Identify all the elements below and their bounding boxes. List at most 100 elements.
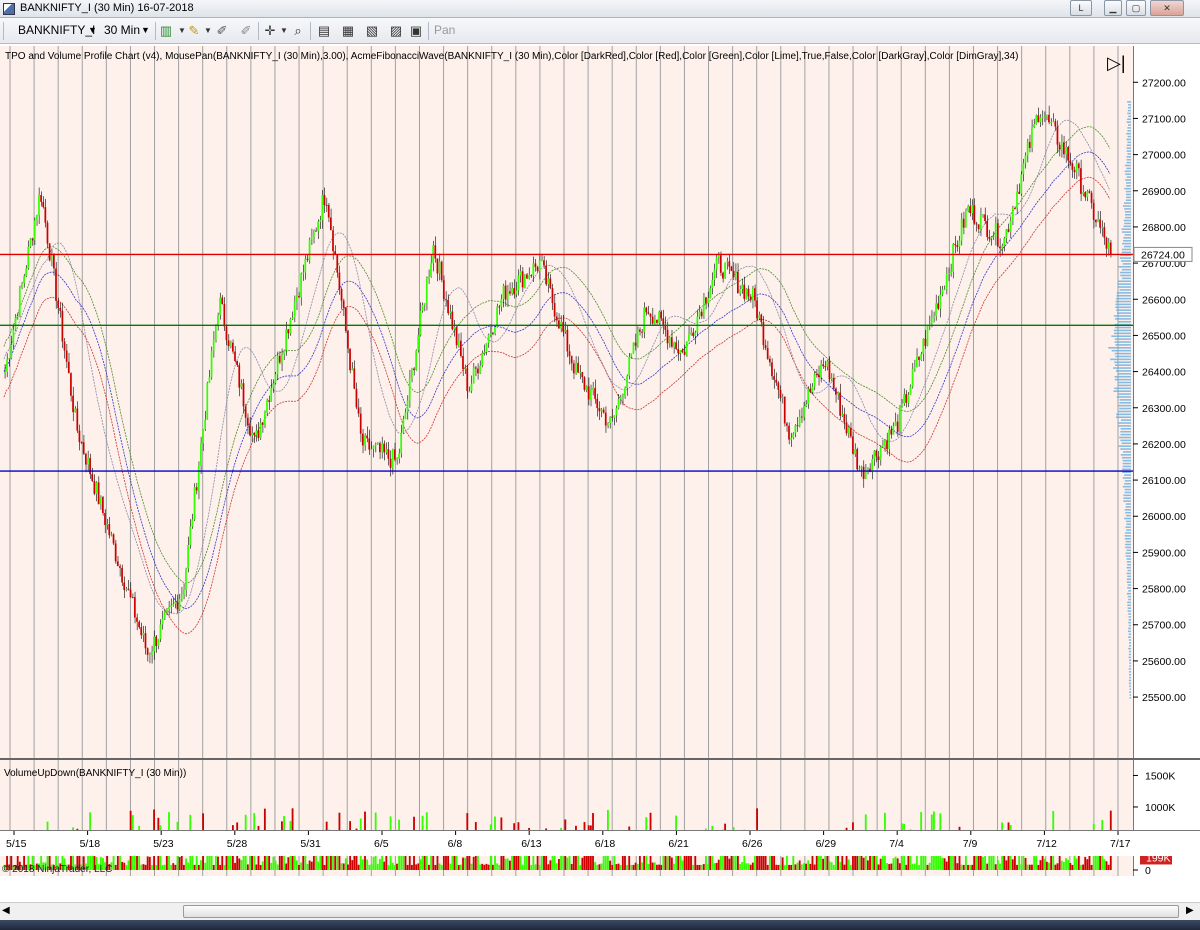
volume-profile-bar	[1121, 231, 1131, 233]
candle-down	[244, 406, 247, 418]
candle-down	[261, 422, 264, 425]
scroll-left-icon[interactable]: ◀	[2, 905, 10, 916]
link-button[interactable]: L	[1070, 0, 1092, 16]
candle-up	[920, 354, 922, 360]
volume-bar-down	[728, 858, 731, 870]
candle-up	[790, 437, 792, 440]
candle-up	[255, 430, 258, 436]
maximize-button[interactable]: ▢	[1126, 0, 1146, 16]
instrument-selector[interactable]: BANKNIFTY_I	[18, 22, 95, 40]
volume-profile-bar	[1126, 558, 1131, 560]
candle-up	[470, 383, 473, 391]
volume-profile-bar	[1126, 176, 1131, 178]
bar-style-icon[interactable]: ▥	[158, 23, 174, 39]
candle-up	[609, 416, 611, 423]
volume-profile-bar	[1126, 578, 1131, 581]
candle-up	[909, 386, 912, 395]
print-icon[interactable]: ▣	[408, 23, 424, 39]
volume-profile-bar	[1118, 404, 1131, 407]
interval-selector[interactable]: 30 Min	[104, 22, 140, 40]
candle-up	[197, 465, 200, 491]
volume-profile-bar	[1123, 239, 1131, 242]
volume-bar-down	[212, 864, 215, 870]
volume-bar-up	[741, 862, 744, 870]
volume-bar-down	[962, 864, 965, 870]
volume-bar-up	[227, 855, 230, 870]
candle-up	[632, 342, 635, 354]
candle-down	[832, 377, 835, 389]
volume-bar-up	[1065, 858, 1067, 870]
volume-profile-bar	[1128, 616, 1131, 618]
volume-bar-down	[323, 864, 326, 870]
candle-up	[38, 195, 40, 216]
candle-down	[48, 243, 51, 261]
volume-bar-down	[986, 863, 989, 870]
candle-up	[636, 329, 639, 346]
volume-bar-down	[417, 863, 420, 870]
volume-bar-down	[165, 855, 168, 870]
data-box-icon[interactable]: ▨	[388, 23, 404, 39]
chart-image-icon[interactable]: ▧	[364, 23, 380, 39]
candle-down	[361, 433, 364, 446]
volume-profile-bar	[1128, 682, 1131, 685]
volume-bar-up	[127, 860, 130, 870]
magnet-icon[interactable]: ✐	[238, 23, 254, 39]
volume-bar-down	[696, 864, 699, 870]
volume-bar-up	[828, 861, 831, 870]
properties-icon[interactable]: ▤	[316, 23, 332, 39]
candle-down	[227, 340, 230, 347]
minimize-button[interactable]: ▁	[1104, 0, 1122, 16]
volume-bar-up	[151, 864, 153, 870]
volume-bar-down	[994, 864, 997, 870]
volume-profile-bar	[1125, 179, 1131, 181]
volume-bar-down	[945, 861, 948, 870]
volume-profile-bar	[1117, 425, 1131, 427]
candle-up	[1020, 174, 1023, 194]
candle-up	[1065, 146, 1067, 155]
candle-down	[268, 400, 270, 402]
volume-bar-up	[370, 864, 373, 870]
volume-profile-bar	[1123, 500, 1131, 502]
candle-up	[734, 271, 737, 278]
candle-down	[583, 377, 586, 390]
draw-tools-icon[interactable]: ✐	[214, 23, 230, 39]
volume-profile-bar	[1116, 413, 1131, 416]
candle-up	[142, 633, 145, 636]
candle-up	[694, 332, 697, 336]
volume-bar-down	[775, 864, 778, 870]
instrument-dropdown-icon[interactable]: ▼	[88, 22, 97, 40]
strategy-icon[interactable]: ▦	[340, 23, 356, 39]
time-axis[interactable]: 5/15 5/18 5/23 5/28 5/31 6/5 6/8 6/13 6/18 6/21 6/…	[0, 830, 1200, 856]
candle-down	[287, 329, 290, 334]
volume-profile-bar	[1125, 520, 1131, 523]
candle-up	[523, 274, 526, 288]
candle-down	[730, 266, 733, 271]
volume-bar-up	[400, 855, 403, 870]
volume-bar-up	[1075, 858, 1078, 870]
scroll-right-icon[interactable]: ▶	[1186, 905, 1194, 916]
candle-down	[611, 416, 613, 418]
volume-bar-down	[581, 857, 584, 870]
close-button[interactable]: ✕	[1150, 0, 1184, 16]
volume-profile-bar	[1127, 595, 1131, 598]
candle-down	[521, 271, 524, 288]
volume-profile-bar	[1117, 384, 1131, 387]
volume-profile-bar	[1127, 575, 1131, 578]
candle-up	[400, 432, 403, 454]
candle-down	[1018, 191, 1020, 194]
candle-up	[707, 298, 709, 304]
volume-bar-down	[246, 864, 249, 870]
candle-down	[536, 266, 539, 271]
candle-up	[25, 268, 28, 277]
volume-bar-down	[123, 862, 126, 870]
zoom-icon[interactable]: ⌕	[290, 23, 306, 39]
candle-up	[1026, 141, 1029, 156]
scroll-thumb[interactable]	[183, 905, 1179, 918]
volume-bar-down	[866, 860, 869, 870]
interval-dropdown-icon[interactable]: ▼	[141, 22, 150, 40]
volume-profile-bar	[1114, 375, 1131, 378]
horizontal-scrollbar[interactable]: ◀ ▶	[0, 902, 1200, 920]
play-icon[interactable]: ▷|	[1107, 54, 1126, 72]
volume-profile-bar	[1127, 601, 1131, 604]
pan-label[interactable]: Pan	[434, 22, 455, 40]
